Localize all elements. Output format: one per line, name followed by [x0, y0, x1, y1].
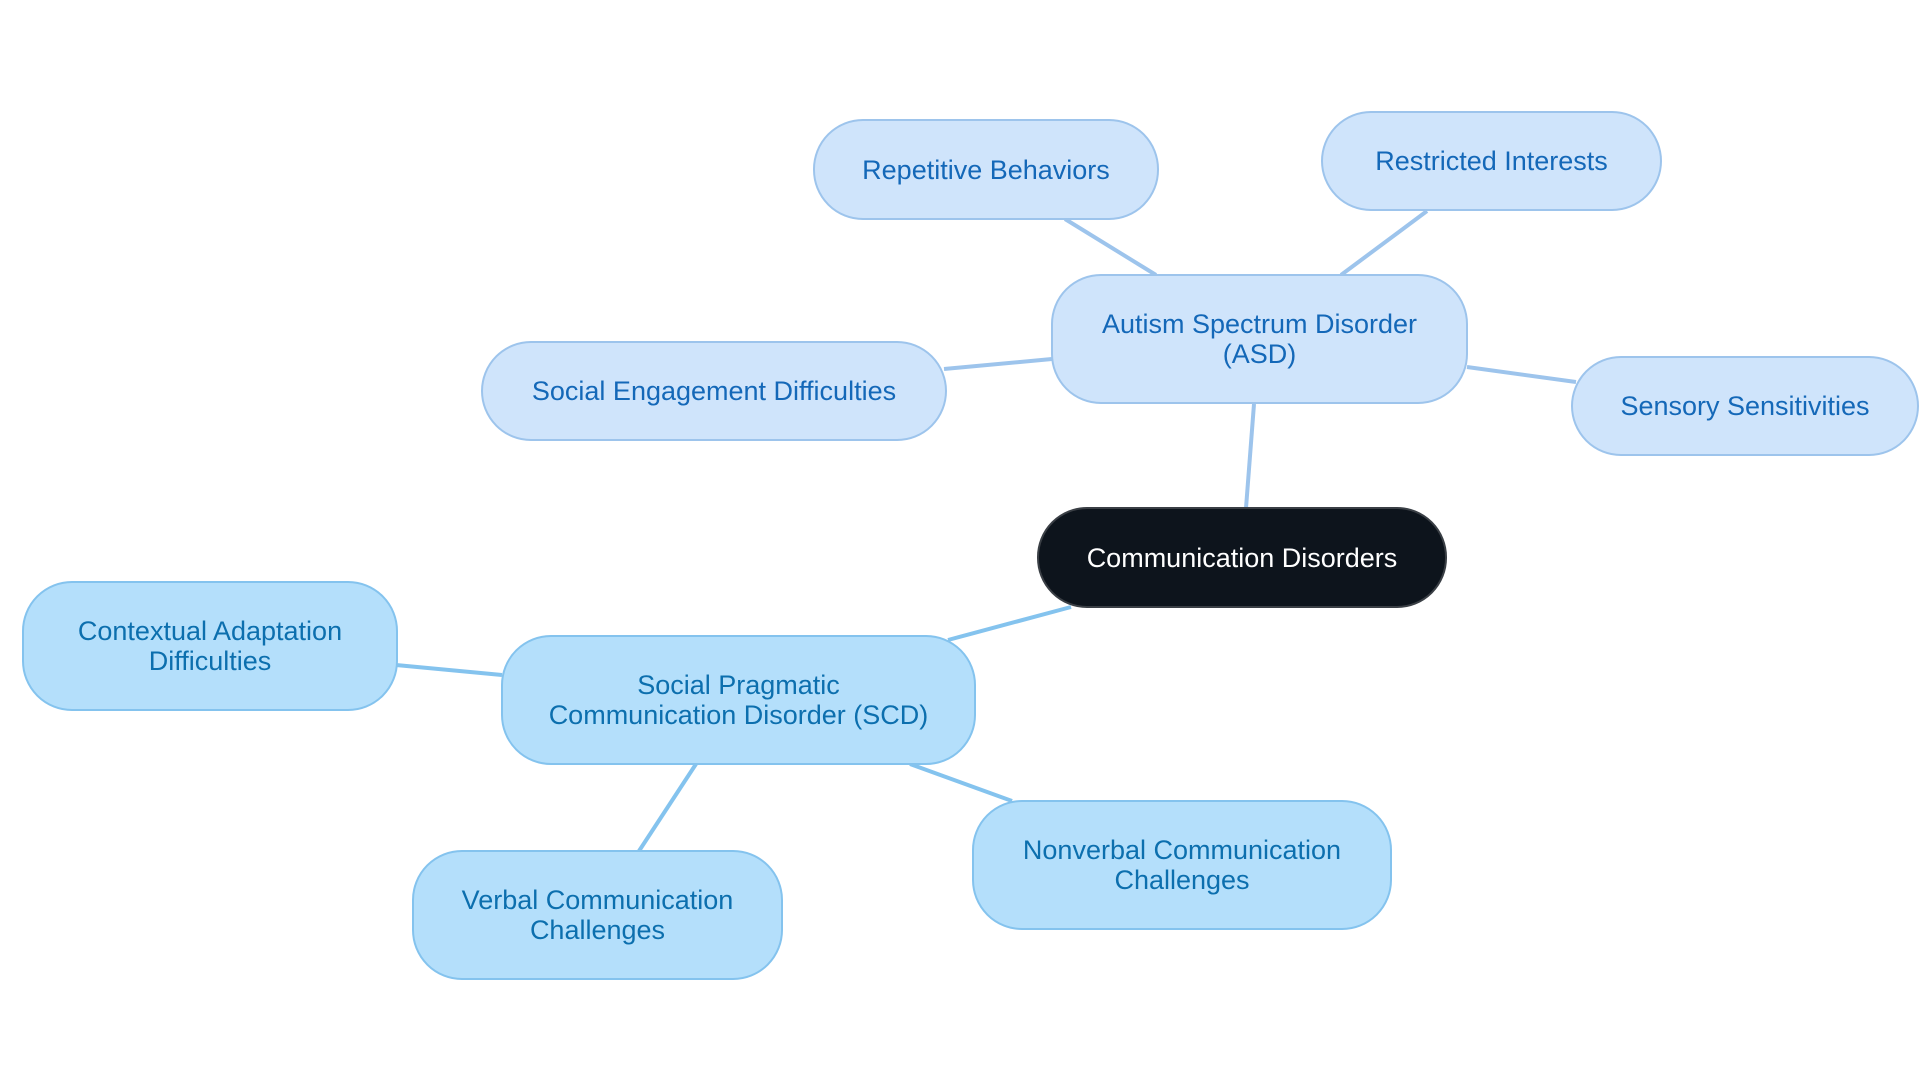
node-contextual-adaptation-difficulties[interactable]: Contextual Adaptation Difficulties — [22, 581, 398, 711]
edge-root-asd — [1244, 403, 1256, 509]
edge-root-scd — [947, 605, 1072, 642]
edge-asd-repetitive — [1063, 217, 1158, 277]
node-autism-spectrum-disorder[interactable]: Autism Spectrum Disorder (ASD) — [1051, 274, 1468, 404]
node-social-engagement-difficulties[interactable]: Social Engagement Difficulties — [481, 341, 947, 441]
edge-asd-restricted — [1339, 209, 1429, 277]
node-communication-disorders[interactable]: Communication Disorders — [1037, 507, 1447, 608]
node-social-pragmatic-communication-disorder[interactable]: Social Pragmatic Communication Disorder … — [501, 635, 976, 765]
node-nonverbal-communication-challenges[interactable]: Nonverbal Communication Challenges — [972, 800, 1392, 930]
edge-scd-nonverbal — [909, 762, 1013, 803]
node-repetitive-behaviors[interactable]: Repetitive Behaviors — [813, 119, 1159, 220]
edge-scd-contextual — [395, 663, 503, 677]
node-sensory-sensitivities[interactable]: Sensory Sensitivities — [1571, 356, 1919, 456]
node-verbal-communication-challenges[interactable]: Verbal Communication Challenges — [412, 850, 783, 980]
edge-asd-social-engagement — [943, 357, 1053, 371]
node-restricted-interests[interactable]: Restricted Interests — [1321, 111, 1662, 211]
edge-scd-verbal — [637, 762, 698, 853]
edge-asd-sensory — [1466, 365, 1577, 384]
